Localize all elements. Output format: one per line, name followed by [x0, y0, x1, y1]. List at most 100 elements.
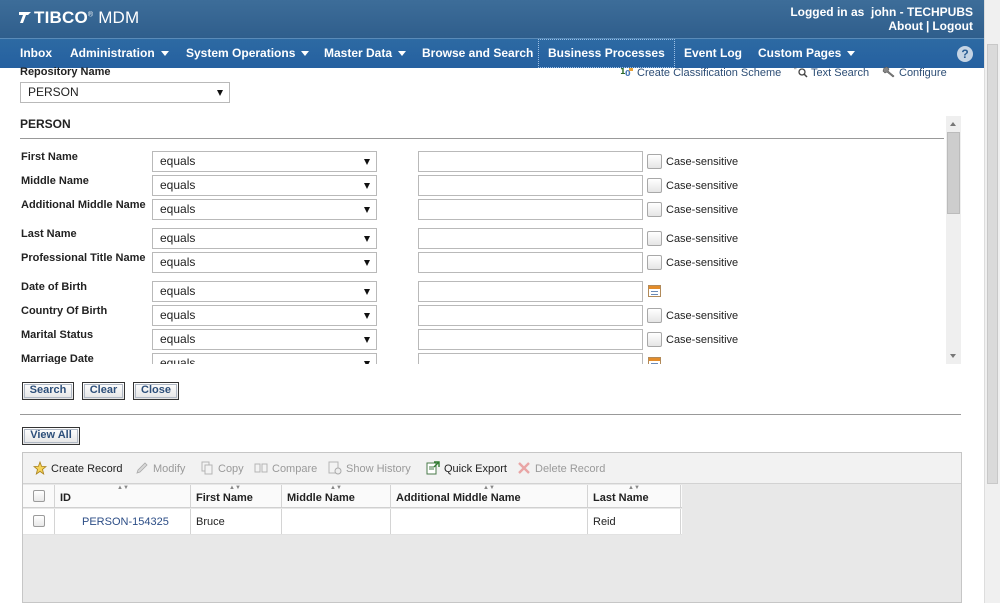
nav-browse-and-search[interactable]: Browse and Search: [422, 39, 533, 68]
field-label: Country Of Birth: [21, 305, 108, 317]
case-sensitive-checkbox[interactable]: [647, 202, 662, 217]
case-sensitive-checkbox[interactable]: [647, 255, 662, 270]
nav-master-data[interactable]: Master Data: [324, 39, 407, 68]
classification-icon: 10: [620, 67, 633, 78]
operator-select[interactable]: equals: [152, 305, 377, 326]
repository-select[interactable]: PERSON: [20, 82, 230, 103]
modify-label: Modify: [153, 463, 186, 475]
operator-select[interactable]: equals: [152, 329, 377, 350]
nav-administration[interactable]: Administration: [70, 39, 169, 68]
operator-select[interactable]: equals: [152, 252, 377, 273]
help-icon[interactable]: ?: [957, 46, 973, 62]
app-logo: TIBCO® MDM: [18, 8, 139, 28]
operator-select[interactable]: equals: [152, 228, 377, 249]
dropdown-arrow-icon: [364, 236, 370, 242]
table-row[interactable]: PERSON-154325 Bruce Reid: [23, 509, 682, 535]
dropdown-arrow-icon: [364, 337, 370, 343]
text-search-link[interactable]: " Text Search: [794, 66, 869, 80]
close-button[interactable]: Close: [133, 382, 179, 400]
page-scrollbar-thumb[interactable]: [987, 44, 998, 484]
header-additional-middle-name-label: Additional Middle Name: [396, 492, 521, 504]
header-id[interactable]: ▲▼ ID: [55, 485, 191, 507]
compare-button[interactable]: Compare: [254, 461, 317, 476]
record-id-link[interactable]: PERSON-154325: [82, 516, 169, 528]
case-sensitive-checkbox[interactable]: [647, 332, 662, 347]
value-input[interactable]: [418, 305, 643, 326]
logo-product: MDM: [98, 8, 140, 27]
field-label: Marriage Date: [21, 353, 94, 364]
row-checkbox[interactable]: [33, 515, 45, 527]
scroll-down-arrow-icon[interactable]: [950, 354, 956, 358]
operator-select[interactable]: equals: [152, 199, 377, 220]
value-input[interactable]: [418, 175, 643, 196]
value-input[interactable]: [418, 252, 643, 273]
header-middle-name[interactable]: ▲▼ Middle Name: [282, 485, 391, 507]
configure-link[interactable]: Configure: [882, 66, 947, 80]
nav-custom-pages[interactable]: Custom Pages: [758, 39, 856, 68]
operator-select[interactable]: equals: [152, 175, 377, 196]
calendar-icon[interactable]: [648, 285, 661, 297]
calendar-icon[interactable]: [648, 357, 661, 364]
show-history-button[interactable]: Show History: [328, 461, 411, 476]
logout-link[interactable]: Logout: [932, 19, 973, 33]
nav-system-operations[interactable]: System Operations: [186, 39, 310, 68]
sort-indicator-icon: ▲▼: [330, 485, 342, 491]
case-sensitive-label: Case-sensitive: [666, 233, 739, 245]
scroll-up-arrow-icon[interactable]: [950, 122, 956, 126]
cell-last-name-value: Reid: [593, 516, 616, 528]
value-input[interactable]: [418, 199, 643, 220]
case-sensitive-checkbox[interactable]: [647, 231, 662, 246]
logged-in-label: Logged in as: [790, 5, 865, 19]
nav-custom-pages-label: Custom Pages: [758, 46, 842, 60]
header-last-name[interactable]: ▲▼ Last Name: [588, 485, 681, 507]
value-input[interactable]: [418, 228, 643, 249]
copy-button[interactable]: Copy: [200, 461, 244, 476]
header-first-name[interactable]: ▲▼ First Name: [191, 485, 282, 507]
modify-button[interactable]: Modify: [135, 461, 185, 476]
value-input[interactable]: [418, 329, 643, 350]
copy-label: Copy: [218, 463, 244, 475]
create-record-label: Create Record: [51, 463, 123, 475]
value-input[interactable]: [418, 151, 643, 172]
nav-inbox[interactable]: Inbox: [20, 39, 52, 68]
case-sensitive-checkbox[interactable]: [647, 178, 662, 193]
case-sensitive-checkbox[interactable]: [647, 308, 662, 323]
results-toolbar: Create Record Modify Copy Compare Show H…: [23, 453, 961, 484]
operator-value: equals: [160, 255, 196, 269]
text-search-label: Text Search: [811, 67, 870, 79]
header-additional-middle-name[interactable]: ▲▼ Additional Middle Name: [391, 485, 588, 507]
view-all-button[interactable]: View All: [22, 427, 80, 445]
delete-record-button[interactable]: Delete Record: [517, 461, 605, 476]
case-sensitive-checkbox[interactable]: [647, 154, 662, 169]
nav-business-processes-label: Business Processes: [548, 46, 665, 60]
operator-select[interactable]: equals: [152, 353, 377, 364]
header-first-name-label: First Name: [196, 492, 253, 504]
row-select-cell: [23, 509, 55, 534]
nav-administration-label: Administration: [70, 46, 155, 60]
search-button[interactable]: Search: [22, 382, 74, 400]
date-input[interactable]: [418, 353, 643, 364]
select-all-checkbox[interactable]: [33, 490, 45, 502]
page-scrollbar[interactable]: [984, 0, 1000, 603]
operator-select[interactable]: equals: [152, 151, 377, 172]
create-classification-link[interactable]: 1 0 Create Classification Scheme: [620, 66, 781, 80]
field-label: First Name: [21, 151, 78, 163]
user-info: Logged in as john - TECHPUBS About | Logou…: [790, 5, 973, 33]
search-icon: ": [794, 67, 808, 78]
main-nav: Inbox Administration System Operations M…: [0, 38, 1000, 68]
create-record-button[interactable]: Create Record: [33, 461, 123, 476]
results-grid-header: ▲▼ ID ▲▼ First Name ▲▼ Middle Name ▲▼ Ad…: [23, 485, 682, 508]
results-panel: Create Record Modify Copy Compare Show H…: [22, 452, 962, 603]
operator-value: equals: [160, 154, 196, 168]
logo-brand: TIBCO: [34, 8, 88, 27]
panel-scrollbar-thumb[interactable]: [947, 132, 960, 214]
clear-button[interactable]: Clear: [82, 382, 125, 400]
header-select-cell: [23, 485, 55, 507]
panel-scrollbar[interactable]: [946, 116, 961, 364]
nav-business-processes[interactable]: Business Processes: [538, 39, 675, 68]
about-link[interactable]: About: [888, 19, 923, 33]
quick-export-button[interactable]: Quick Export: [426, 461, 507, 476]
nav-event-log[interactable]: Event Log: [684, 39, 742, 68]
operator-select[interactable]: equals: [152, 281, 377, 302]
date-input[interactable]: [418, 281, 643, 302]
